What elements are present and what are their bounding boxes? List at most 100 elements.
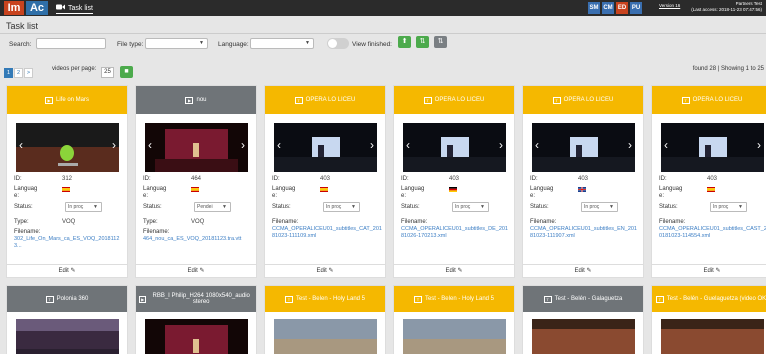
- card-title: Life on Mars: [55, 97, 89, 103]
- card-header[interactable]: T OPERA LO LICEU: [523, 86, 643, 114]
- card-header[interactable]: T Polonia 360: [7, 286, 127, 312]
- flag-icon: [578, 187, 586, 192]
- chevron-down-icon: ▼: [738, 204, 743, 210]
- subtitle-icon: T: [655, 295, 664, 303]
- chevron-right-icon[interactable]: ›: [628, 138, 632, 152]
- card-header[interactable]: ▶ Life on Mars: [7, 86, 127, 114]
- task-card: ▶ RBB_I Philip_H264 1080x540_audio stereo: [135, 285, 257, 354]
- status-select[interactable]: In proç ▼: [65, 202, 102, 212]
- language-label: Language:: [14, 186, 38, 199]
- edit-button[interactable]: Edit ✎: [523, 264, 643, 277]
- card-header[interactable]: T OPERA LO LICEU: [652, 86, 766, 114]
- status-label: Status:: [272, 204, 291, 210]
- chevron-left-icon[interactable]: ‹: [148, 138, 152, 152]
- card-title: Test - Belén - Galaguetza: [554, 296, 623, 302]
- status-select[interactable]: In proç ▼: [323, 202, 360, 212]
- card-header[interactable]: ▶ nou: [136, 86, 256, 114]
- chevron-down-icon: ▼: [222, 204, 227, 210]
- id-label: ID:: [143, 176, 151, 182]
- chevron-left-icon[interactable]: ‹: [19, 138, 23, 152]
- video-thumbnail[interactable]: [661, 319, 764, 354]
- subtitle-icon: T: [284, 295, 293, 303]
- card-title: nou: [196, 97, 207, 103]
- video-thumbnail[interactable]: [532, 319, 635, 354]
- filename-link[interactable]: 302_Life_On_Mars_ca_ES_VOQ_20181123...: [14, 236, 124, 250]
- chevron-right-icon[interactable]: ›: [370, 138, 374, 152]
- file-type-select[interactable]: ▼: [145, 38, 208, 49]
- video-thumbnail[interactable]: ‹ ›: [403, 123, 506, 172]
- chevron-down-icon: ▼: [351, 204, 356, 210]
- logo-ac[interactable]: Ac: [26, 1, 48, 15]
- filename-link[interactable]: CCMA_OPERALICEU01_subtitles_EN_20181023-…: [530, 226, 640, 240]
- video-thumbnail[interactable]: [274, 319, 377, 354]
- status-label: Status:: [659, 204, 678, 210]
- filename-label: Filename:: [14, 229, 41, 235]
- video-thumbnail[interactable]: [145, 319, 248, 354]
- language-button-ed[interactable]: ED: [616, 2, 628, 14]
- id-value: 464: [191, 176, 202, 182]
- chevron-right-icon[interactable]: ›: [112, 138, 116, 152]
- chevron-left-icon[interactable]: ‹: [277, 138, 281, 152]
- filename-label: Filename:: [272, 219, 299, 225]
- toggle-knob: [328, 39, 337, 48]
- edit-icon: ✎: [70, 268, 76, 274]
- edit-button[interactable]: Edit ✎: [7, 264, 127, 277]
- language-select[interactable]: ▼: [250, 38, 314, 49]
- card-header[interactable]: T OPERA LO LICEU: [394, 86, 514, 114]
- video-icon: ▶: [139, 295, 147, 303]
- edit-icon: ✎: [586, 268, 592, 274]
- language-button-pu[interactable]: PU: [630, 2, 642, 14]
- filename-link[interactable]: CCMA_OPERALICEU01_subtitles_CAST_2018102…: [659, 226, 766, 240]
- status-select[interactable]: In proç ▼: [710, 202, 747, 212]
- upload-button[interactable]: ⬆: [398, 36, 411, 48]
- status-select[interactable]: Pendei ▼: [194, 202, 231, 212]
- id-label: ID:: [659, 176, 667, 182]
- video-thumbnail[interactable]: ‹ ›: [145, 123, 248, 172]
- edit-button[interactable]: Edit ✎: [136, 264, 256, 277]
- save-button[interactable]: ■: [120, 66, 133, 78]
- chevron-down-icon: ▼: [305, 40, 310, 46]
- flag-icon: [191, 187, 199, 192]
- card-header[interactable]: ▶ RBB_I Philip_H264 1080x540_audio stereo: [136, 286, 256, 312]
- chevron-left-icon[interactable]: ‹: [664, 138, 668, 152]
- status-select[interactable]: In proç ▼: [452, 202, 489, 212]
- status-select[interactable]: In proç ▼: [581, 202, 618, 212]
- edit-button[interactable]: Edit ✎: [394, 264, 514, 277]
- id-value: 403: [578, 176, 589, 182]
- filename-link[interactable]: 464_nou_ca_ES_VOQ_20181123.tra.vtt: [143, 236, 253, 243]
- language-button-sm[interactable]: SM: [588, 2, 600, 14]
- filename-link[interactable]: CCMA_OPERALICEU01_subtitles_DE_20181026-…: [401, 226, 511, 240]
- chevron-left-icon[interactable]: ‹: [406, 138, 410, 152]
- page-link-next[interactable]: >: [24, 68, 33, 78]
- page-link-1[interactable]: 1: [4, 68, 13, 78]
- card-header[interactable]: T Test - Belén - Galaguetza: [523, 286, 643, 312]
- card-header[interactable]: T OPERA LO LICEU: [265, 86, 385, 114]
- search-input[interactable]: [36, 38, 106, 49]
- language-button-cm[interactable]: CM: [602, 2, 614, 14]
- card-header[interactable]: T Test - Belen - Holy Land 5: [265, 286, 385, 312]
- version-link[interactable]: Version 16: [659, 3, 680, 8]
- chevron-right-icon[interactable]: ›: [499, 138, 503, 152]
- video-thumbnail[interactable]: [16, 319, 119, 354]
- edit-button[interactable]: Edit ✎: [652, 264, 766, 277]
- page-link-2[interactable]: 2: [14, 68, 23, 78]
- nav-tab-task-list[interactable]: Task list: [56, 3, 93, 14]
- video-thumbnail[interactable]: ‹ ›: [661, 123, 764, 172]
- video-thumbnail[interactable]: ‹ ›: [16, 123, 119, 172]
- video-thumbnail[interactable]: [403, 319, 506, 354]
- videos-per-page-input[interactable]: 25: [101, 67, 114, 78]
- sort-alt-button[interactable]: ⇅: [434, 36, 447, 48]
- edit-button[interactable]: Edit ✎: [265, 264, 385, 277]
- video-thumbnail[interactable]: ‹ ›: [274, 123, 377, 172]
- chevron-left-icon[interactable]: ‹: [535, 138, 539, 152]
- logo-im[interactable]: Im: [4, 1, 24, 15]
- video-thumbnail[interactable]: ‹ ›: [532, 123, 635, 172]
- sort-button[interactable]: ⇅: [416, 36, 429, 48]
- chevron-right-icon[interactable]: ›: [757, 138, 761, 152]
- card-header[interactable]: T Test - Belen - Holy Land 5: [394, 286, 514, 312]
- view-finished-toggle[interactable]: [327, 38, 349, 49]
- chevron-right-icon[interactable]: ›: [241, 138, 245, 152]
- filename-link[interactable]: CCMA_OPERALICEU01_subtitles_CAT_20181023…: [272, 226, 382, 240]
- filename-label: Filename:: [659, 219, 686, 225]
- card-header[interactable]: T Test - Belén - Guelaguetza (video OK): [652, 286, 766, 312]
